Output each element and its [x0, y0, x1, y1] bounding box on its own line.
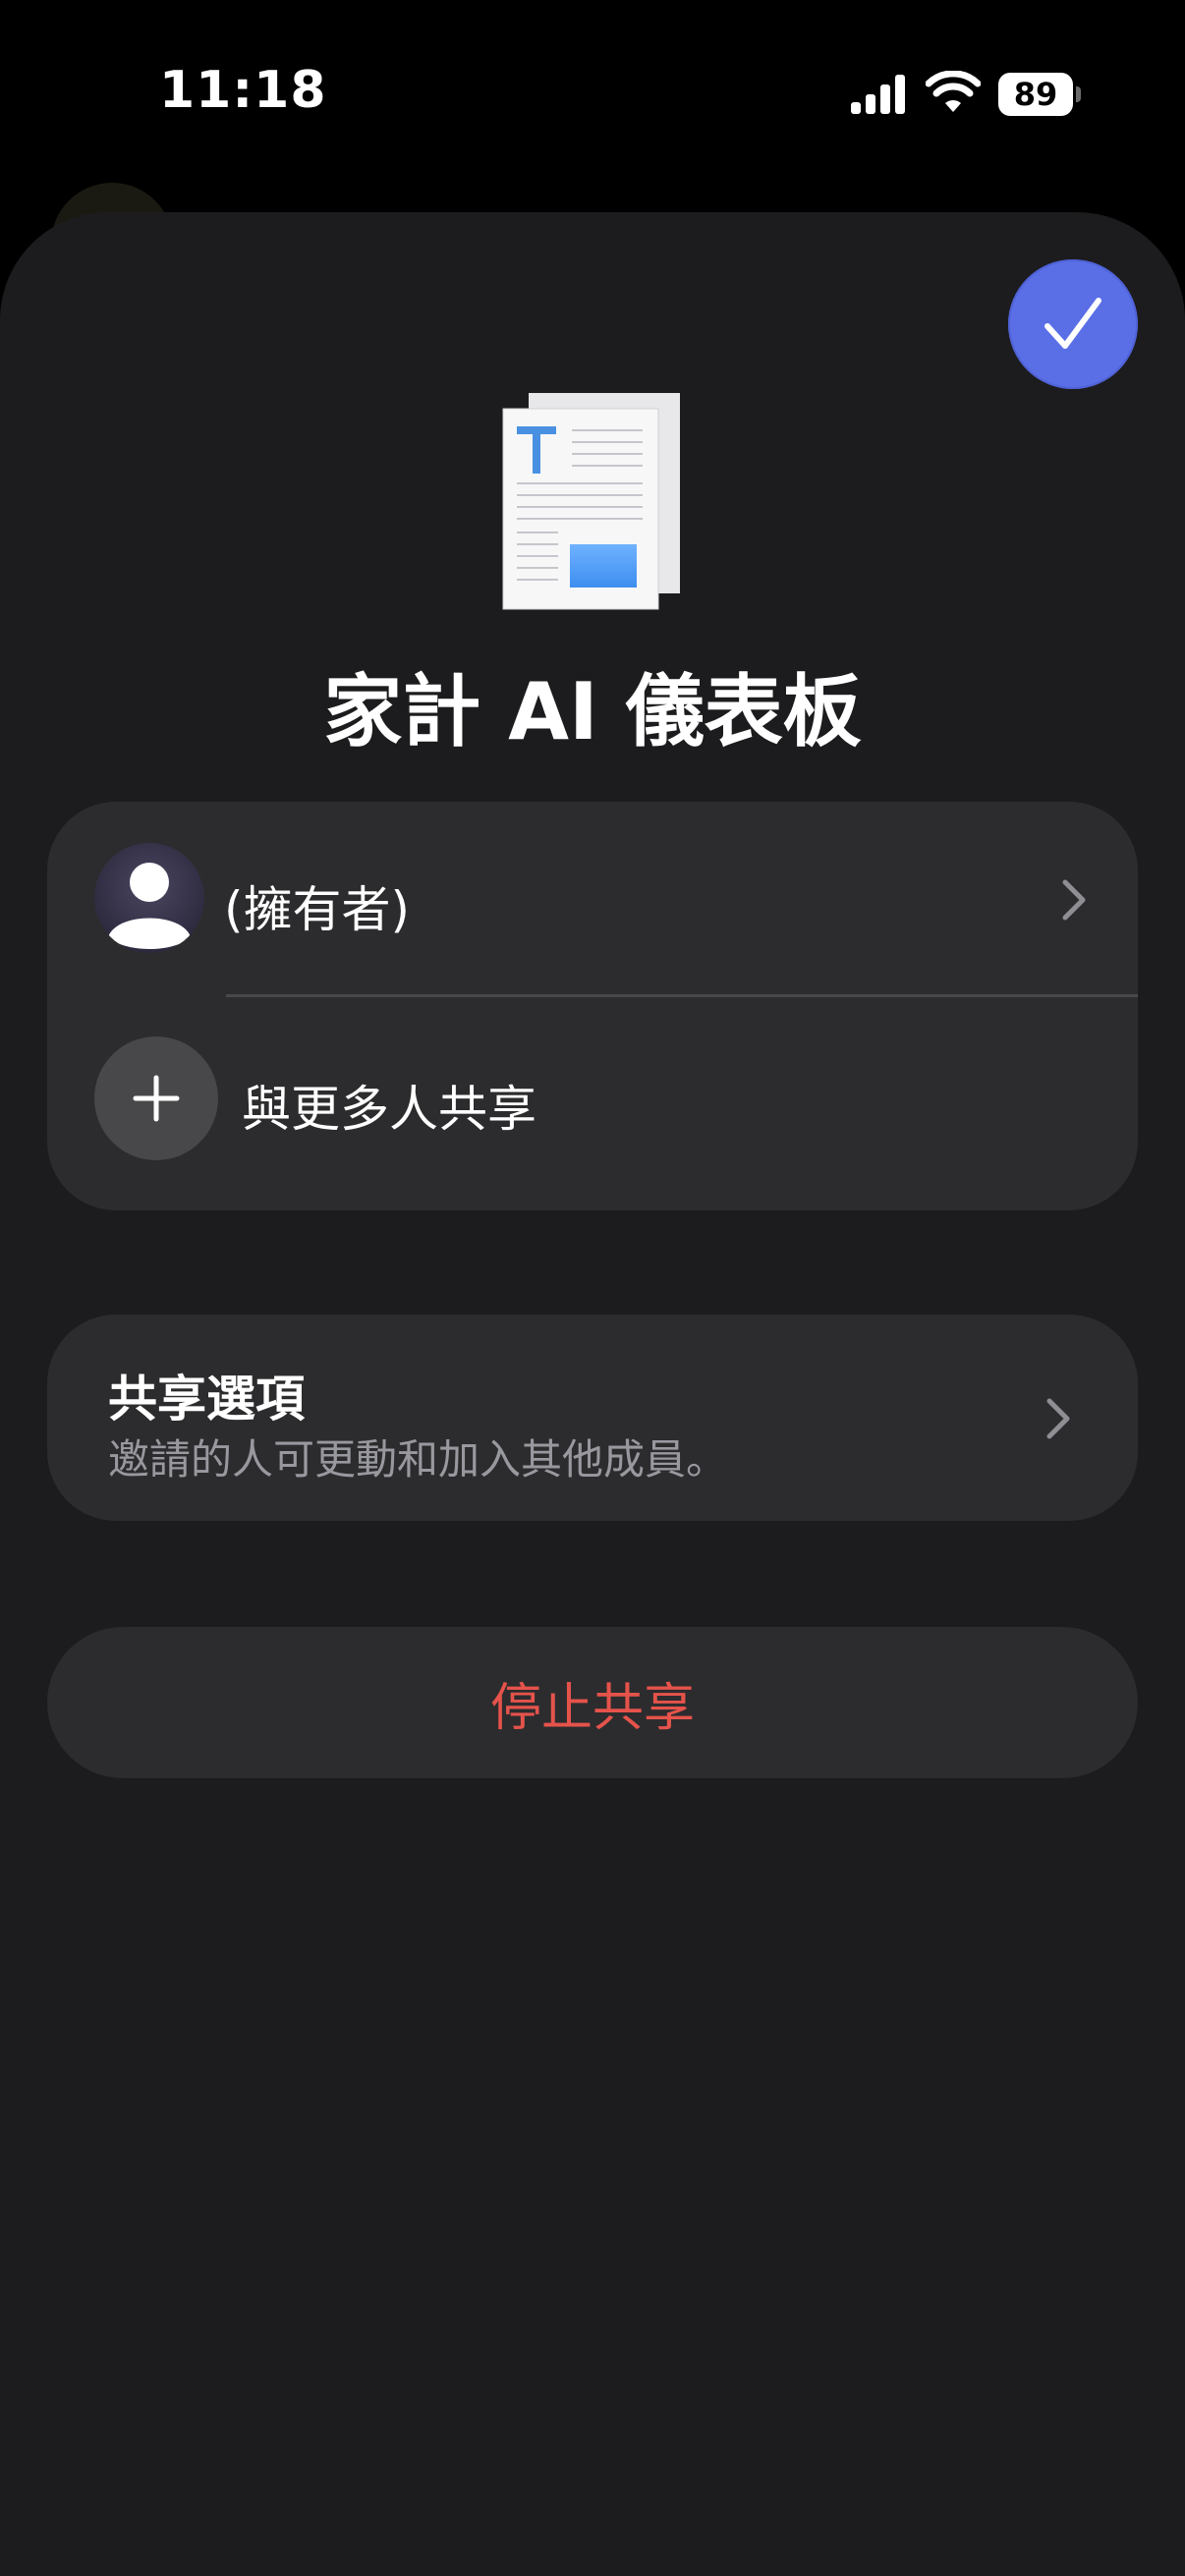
battery-cap	[1076, 86, 1081, 102]
checkmark-icon	[1044, 298, 1101, 349]
stop-sharing-button[interactable]: 停止共享	[47, 1627, 1138, 1778]
share-with-more-people-button[interactable]: 與更多人共享	[47, 997, 1138, 1210]
status-bar: 11:18 89	[0, 0, 1185, 196]
chevron-right-icon	[1046, 1398, 1070, 1439]
participants-card: (擁有者) 與更多人共享	[47, 802, 1138, 1210]
owner-row[interactable]: (擁有者)	[47, 802, 1138, 996]
stop-sharing-label: 停止共享	[489, 1678, 695, 1738]
battery-indicator: 89	[998, 73, 1081, 116]
share-options-button[interactable]: 共享選項 邀請的人可更動和加入其他成員。	[47, 1315, 1138, 1521]
person-silhouette-icon	[108, 863, 191, 949]
share-sheet-screen: 11:18 89 家計 AI 儀表板 (擁有者) 與更多人共享 共享選項 邀請的…	[0, 0, 1185, 2576]
wifi-icon	[926, 71, 981, 112]
done-button[interactable]	[1008, 259, 1138, 389]
owner-label: (擁有者)	[224, 881, 411, 938]
avatar	[94, 843, 204, 953]
share-options-subtitle: 邀請的人可更動和加入其他成員。	[108, 1435, 728, 1484]
text-document-icon	[502, 393, 680, 610]
share-with-more-people-label: 與更多人共享	[242, 1081, 536, 1138]
share-options-title: 共享選項	[108, 1371, 305, 1428]
chevron-right-icon	[1062, 879, 1086, 921]
status-time: 11:18	[159, 61, 327, 120]
plus-circle	[94, 1036, 218, 1160]
battery-level: 89	[998, 73, 1073, 116]
plus-icon	[133, 1075, 180, 1122]
document-title: 家計 AI 儀表板	[323, 666, 862, 757]
cellular-signal-icon	[851, 75, 905, 114]
